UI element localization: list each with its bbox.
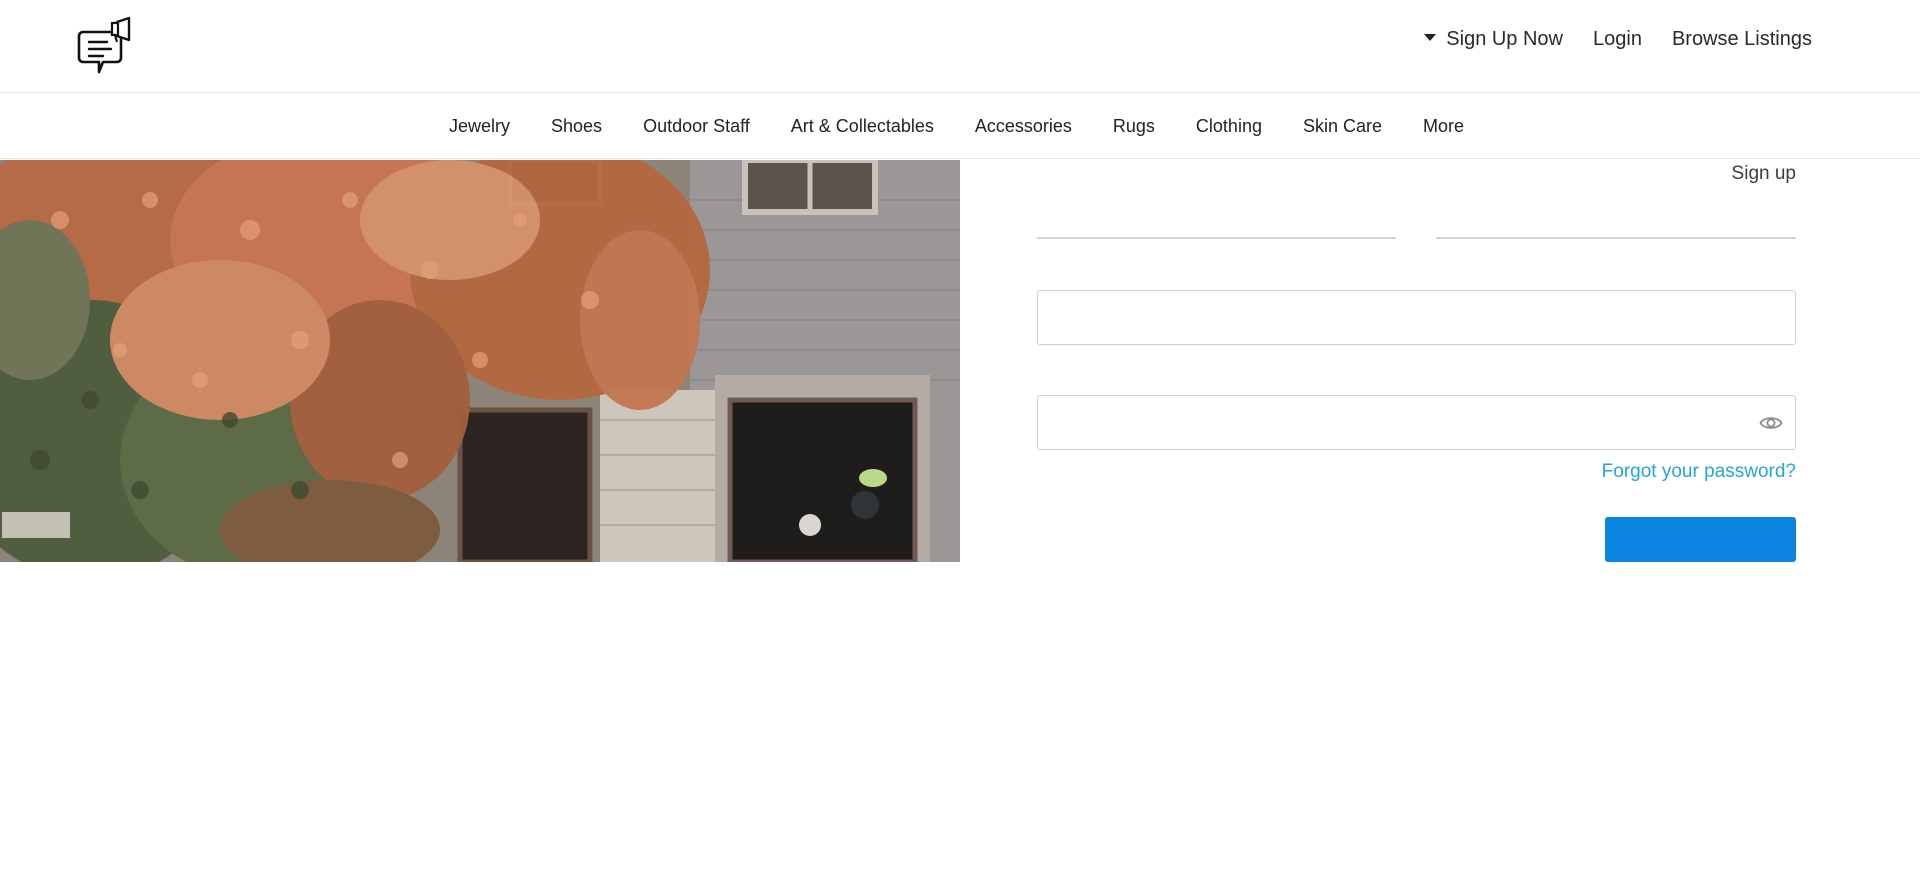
category-nav: Jewelry Shoes Outdoor Staff Art & Collec… <box>0 93 1920 159</box>
category-shoes[interactable]: Shoes <box>551 116 602 137</box>
email-input[interactable] <box>1038 291 1795 344</box>
browse-listings-link[interactable]: Browse Listings <box>1672 28 1812 51</box>
category-more[interactable]: More <box>1423 116 1464 137</box>
category-clothing[interactable]: Clothing <box>1196 116 1262 137</box>
password-input[interactable] <box>1038 396 1795 449</box>
category-rugs[interactable]: Rugs <box>1113 116 1155 137</box>
chat-megaphone-logo-icon[interactable] <box>77 14 137 80</box>
category-jewelry[interactable]: Jewelry <box>449 116 510 137</box>
login-link[interactable]: Login <box>1593 28 1642 51</box>
sign-up-now-label: Sign Up Now <box>1446 28 1563 50</box>
sign-up-now-link[interactable]: Sign Up Now <box>1424 28 1563 51</box>
sign-up-tab[interactable]: Sign up <box>1732 163 1796 185</box>
category-list: Jewelry Shoes Outdoor Staff Art & Collec… <box>449 93 1464 159</box>
tab-underline-right[interactable] <box>1436 237 1796 239</box>
category-accessories[interactable]: Accessories <box>975 116 1072 137</box>
password-field[interactable] <box>1037 395 1796 450</box>
top-header: Sign Up Now Login Browse Listings <box>0 0 1920 93</box>
category-outdoor-staff[interactable]: Outdoor Staff <box>643 116 750 137</box>
forgot-password-link[interactable]: Forgot your password? <box>1602 461 1796 483</box>
ivy-building-photo <box>0 160 960 562</box>
category-art-collectables[interactable]: Art & Collectables <box>791 116 934 137</box>
email-field[interactable] <box>1037 290 1796 345</box>
top-nav: Sign Up Now Login Browse Listings <box>1424 28 1812 51</box>
submit-button[interactable] <box>1605 517 1796 562</box>
tab-underline-left[interactable] <box>1037 237 1396 239</box>
caret-down-icon <box>1424 34 1437 41</box>
category-skin-care[interactable]: Skin Care <box>1303 116 1382 137</box>
eye-icon[interactable] <box>1759 412 1783 434</box>
